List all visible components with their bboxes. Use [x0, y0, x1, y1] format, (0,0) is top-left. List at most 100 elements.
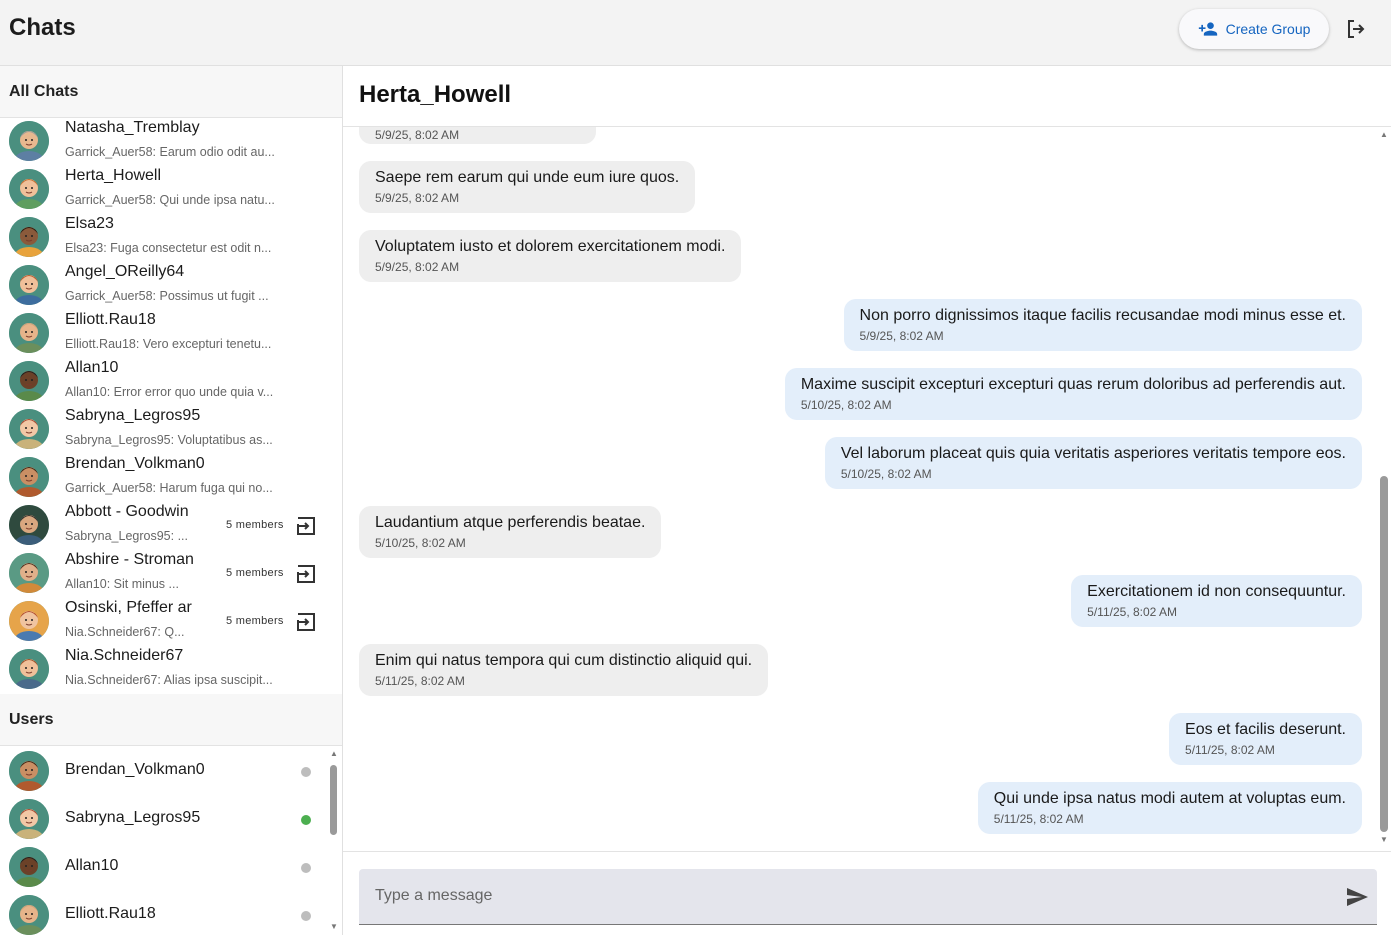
message-input-box[interactable] [359, 869, 1377, 925]
all-chats-label: All Chats [9, 83, 79, 100]
status-indicator [301, 911, 311, 921]
avatar [9, 601, 49, 641]
message-text: Qui unde ipsa natus modi autem at volupt… [993, 790, 1346, 807]
chat-list-item[interactable]: Osinski, Pfeffer ar Nia.Schneider67: Q..… [0, 597, 342, 645]
message-input[interactable] [359, 869, 1329, 923]
chat-name: Natasha_Tremblay [65, 119, 200, 136]
chat-preview: Elsa23: Fuga consectetur est odit n... [65, 241, 272, 255]
message-text: Saepe rem earum qui unde eum iure quos. [375, 169, 680, 186]
chat-preview: Sabryna_Legros95: Voluptatibus as... [65, 433, 273, 447]
user-list-item[interactable]: Sabryna_Legros95 [0, 795, 326, 843]
chat-list-item[interactable]: Natasha_Tremblay Garrick_Auer58: Earum o… [0, 118, 342, 165]
chat-title: Herta_Howell [359, 81, 512, 108]
outgoing-message: Qui unde ipsa natus modi autem at volupt… [977, 782, 1362, 834]
outgoing-message: Maxime suscipit excepturi excepturi quas… [784, 368, 1362, 420]
chat-list-item[interactable]: Elsa23 Elsa23: Fuga consectetur est odit… [0, 213, 342, 261]
users-label: Users [9, 711, 54, 728]
avatar [9, 409, 49, 449]
outgoing-message: Non porro dignissimos itaque facilis rec… [843, 299, 1362, 351]
members-count: 5 members [226, 615, 284, 627]
leave-group-icon[interactable] [294, 610, 318, 634]
group-add-icon [1198, 22, 1217, 36]
message-text: Enim qui natus tempora qui cum distincti… [375, 652, 753, 669]
chat-preview: Garrick_Auer58: Possimus ut fugit ... [65, 289, 269, 303]
avatar [9, 457, 49, 497]
outgoing-message: Exercitationem id non consequuntur. 5/11… [1071, 575, 1362, 627]
chat-name: Allan10 [65, 359, 119, 376]
sidebar: All Chats Natasha_Tremblay Garrick_Auer5… [0, 66, 343, 935]
chat-list-item[interactable]: Elliott.Rau18 Elliott.Rau18: Vero except… [0, 309, 342, 357]
message-time: 5/11/25, 8:02 AM [1185, 743, 1275, 757]
user-name: Brendan_Volkman0 [65, 761, 205, 778]
app-bar: Chats Create Group [0, 0, 1391, 66]
message-time: 5/9/25, 8:02 AM [859, 329, 944, 343]
chat-list-item[interactable]: Abbott - Goodwin Sabryna_Legros95: ... 5… [0, 501, 342, 549]
chat-list: Natasha_Tremblay Garrick_Auer58: Earum o… [0, 118, 342, 694]
messages-scrollbar-thumb[interactable] [1380, 476, 1388, 832]
incoming-message: Enim qui natus tempora qui cum distincti… [359, 644, 769, 696]
logout-icon [1348, 20, 1365, 38]
chat-name: Elsa23 [65, 215, 114, 232]
user-list-item[interactable]: Brendan_Volkman0 [0, 747, 326, 795]
chat-preview: Elliott.Rau18: Vero excepturi tenetu... [65, 337, 272, 351]
incoming-message: Saepe rem earum qui unde eum iure quos. … [359, 161, 696, 213]
composer [343, 851, 1391, 935]
message-bubble-partial: 5/9/25, 8:02 AM [359, 127, 596, 144]
chat-list-item[interactable]: Allan10 Allan10: Error error quo unde qu… [0, 357, 342, 405]
create-group-button[interactable]: Create Group [1179, 9, 1329, 49]
members-count: 5 members [226, 567, 284, 579]
message-time: 5/11/25, 8:02 AM [993, 812, 1084, 826]
scroll-down-icon[interactable]: ▼ [1380, 835, 1388, 844]
incoming-message: Laudantium atque perferendis beatae. 5/1… [359, 506, 662, 558]
app-title: Chats [9, 14, 76, 41]
chat-list-item[interactable]: Sabryna_Legros95 Sabryna_Legros95: Volup… [0, 405, 342, 453]
chat-name: Herta_Howell [65, 167, 162, 184]
scroll-up-icon[interactable]: ▲ [1380, 130, 1388, 139]
users-scrollbar-thumb[interactable] [330, 765, 337, 835]
avatar [9, 847, 49, 887]
chat-name: Angel_OReilly64 [65, 263, 185, 280]
message-time: 5/11/25, 8:02 AM [1087, 605, 1178, 619]
user-list-item[interactable]: Elliott.Rau18 [0, 891, 326, 935]
chat-list-item[interactable]: Angel_OReilly64 Garrick_Auer58: Possimus… [0, 261, 342, 309]
message-text: Laudantium atque perferendis beatae. [375, 514, 646, 531]
chat-name: Osinski, Pfeffer ar [65, 599, 192, 616]
user-list-item[interactable]: Allan10 [0, 843, 326, 891]
avatar [9, 895, 49, 935]
chat-name: Sabryna_Legros95 [65, 407, 201, 424]
message-time: 5/10/25, 8:02 AM [800, 398, 892, 412]
send-icon [1347, 888, 1368, 906]
chat-list-item[interactable]: Abshire - Stroman Allan10: Sit minus ...… [0, 549, 342, 597]
chat-name: Abshire - Stroman [65, 551, 194, 568]
avatar [9, 505, 49, 545]
scroll-up-icon[interactable]: ▲ [330, 749, 338, 758]
message-time: 5/9/25, 8:02 AM [375, 260, 460, 274]
members-count: 5 members [226, 519, 284, 531]
message-time: 5/10/25, 8:02 AM [375, 536, 466, 550]
leave-group-icon[interactable] [294, 562, 318, 586]
message-text: Voluptatem iusto et dolorem exercitation… [375, 238, 726, 255]
message-text: Eos et facilis deserunt. [1185, 721, 1346, 738]
messages-scrollbar[interactable]: ▲ ▼ [1377, 127, 1391, 851]
chat-preview: Garrick_Auer58: Qui unde ipsa natu... [65, 193, 275, 207]
chat-list-item[interactable]: Nia.Schneider67 Nia.Schneider67: Alias i… [0, 645, 342, 693]
leave-group-icon[interactable] [294, 514, 318, 538]
avatar [9, 217, 49, 257]
outgoing-message: Eos et facilis deserunt. 5/11/25, 8:02 A… [1169, 713, 1362, 765]
send-button[interactable] [1345, 885, 1369, 909]
message-text: Non porro dignissimos itaque facilis rec… [859, 307, 1346, 324]
chat-list-item[interactable]: Herta_Howell Garrick_Auer58: Qui unde ip… [0, 165, 342, 213]
message-time: 5/9/25, 8:02 AM [375, 191, 460, 205]
scroll-down-icon[interactable]: ▼ [330, 922, 338, 931]
chat-preview: Allan10: Sit minus ... [65, 577, 179, 591]
chat-preview: Allan10: Error error quo unde quia v... [65, 385, 274, 399]
chat-header: Herta_Howell [343, 66, 1391, 127]
avatar [9, 169, 49, 209]
chat-list-item[interactable]: Brendan_Volkman0 Garrick_Auer58: Harum f… [0, 453, 342, 501]
chat-name: Nia.Schneider67 [65, 647, 184, 664]
users-scrollbar[interactable]: ▲ ▼ [328, 747, 340, 935]
chat-preview: Garrick_Auer58: Harum fuga qui no... [65, 481, 273, 495]
avatar [9, 361, 49, 401]
avatar [9, 313, 49, 353]
logout-button[interactable] [1342, 15, 1370, 43]
